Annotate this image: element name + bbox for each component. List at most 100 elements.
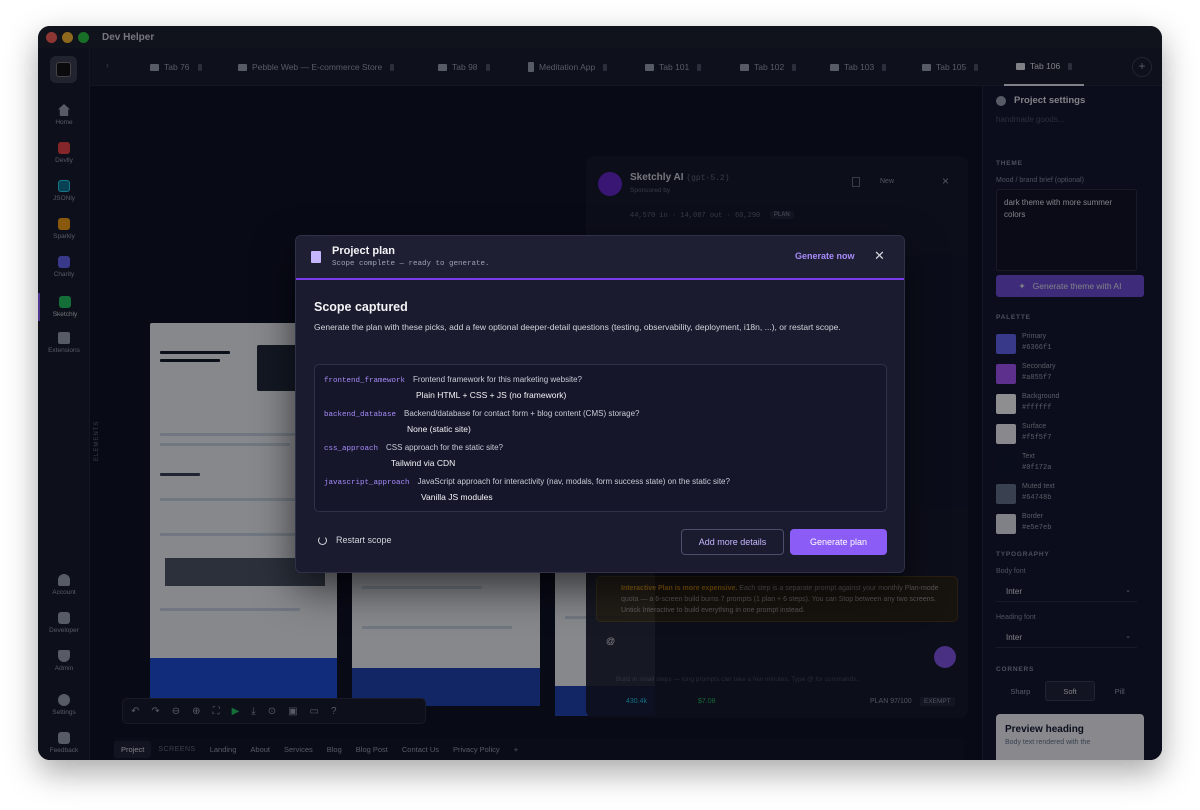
palette-swatch[interactable] (996, 454, 1016, 474)
tab-105[interactable]: Tab 105 (922, 48, 979, 86)
close-icon[interactable] (792, 63, 797, 71)
rail-item-sketchly[interactable]: Sketchly (38, 293, 90, 321)
export-icon[interactable]: ⊙ (268, 706, 276, 717)
screen-tab-contact[interactable]: Contact Us (395, 745, 446, 754)
download-icon[interactable]: ⤓ (251, 706, 255, 717)
tab-101[interactable]: Tab 101 (645, 48, 702, 86)
close-icon[interactable] (882, 63, 887, 71)
help-icon[interactable]: ? (331, 706, 337, 717)
add-screen-button[interactable]: + (507, 745, 525, 754)
corner-option-sharp[interactable]: Sharp (996, 681, 1045, 701)
play-icon[interactable]: ▶ (232, 706, 240, 717)
rail-item-home[interactable]: Home (38, 104, 90, 126)
tab-102[interactable]: Tab 102 (740, 48, 797, 86)
app-logo[interactable] (50, 56, 77, 83)
tab-98[interactable]: Tab 98 (438, 48, 490, 86)
screen-tab-about[interactable]: About (243, 745, 277, 754)
screen-tab-project[interactable]: Project (114, 740, 152, 758)
rail-item-jsonly[interactable]: JSONly (38, 180, 90, 202)
palette-swatch[interactable] (996, 514, 1016, 534)
token-usage: 44,570 in · 14,087 out · 60,290 (630, 212, 761, 220)
plan-warning: Interactive Plan is more expensive. Each… (596, 576, 958, 622)
chat-icon (438, 63, 447, 71)
tab-106[interactable]: Tab 106 (1004, 48, 1085, 86)
new-tab-button[interactable]: + (1132, 57, 1152, 77)
close-icon[interactable]: ✕ (874, 248, 885, 264)
palette-swatch[interactable] (996, 364, 1016, 384)
devlly-icon (58, 142, 70, 154)
rail-item-charity[interactable]: Charity (38, 256, 90, 278)
tab-pebble-web[interactable]: Pebble Web — E-commerce Store (238, 48, 395, 86)
save-icon[interactable]: ▣ (288, 706, 297, 717)
close-icon[interactable] (1068, 62, 1073, 70)
palette-swatch[interactable] (996, 484, 1016, 504)
close-icon[interactable] (390, 63, 395, 71)
rail-label: Charity (53, 271, 75, 278)
rail-item-sparkly[interactable]: Sparkly (38, 218, 90, 240)
canvas-toolbar: ↶ ↷ ⊖ ⊕ ⛶ ▶ ⤓ ⊙ ▣ ▭ ? (122, 698, 426, 724)
undo-icon[interactable]: ↶ (131, 706, 139, 717)
minimize-window-button[interactable] (62, 31, 73, 43)
tab-label: Meditation App (539, 62, 596, 72)
restart-scope-button[interactable]: Restart scope (318, 535, 392, 545)
palette-swatch[interactable] (996, 394, 1016, 414)
screen-tab-blog[interactable]: Blog (320, 745, 349, 754)
palette-name: Border (1022, 513, 1044, 520)
zoom-in-icon[interactable]: ⊕ (192, 706, 200, 717)
puzzle-icon (58, 332, 70, 344)
rail-item-feedback[interactable]: Feedback (38, 732, 90, 754)
close-icon[interactable] (974, 63, 979, 71)
close-icon[interactable] (697, 63, 702, 71)
generate-theme-button[interactable]: ✦ Generate theme with AI (996, 275, 1144, 297)
heading-font-select[interactable]: Inter ⌄ (996, 628, 1137, 648)
fit-icon[interactable]: ⛶ (213, 706, 220, 717)
close-window-button[interactable] (46, 31, 57, 43)
close-icon[interactable] (197, 63, 202, 71)
screen-tab-landing[interactable]: Landing (203, 745, 244, 754)
rail-item-devlly[interactable]: Devlly (38, 142, 90, 164)
screen-tab-services[interactable]: Services (277, 745, 320, 754)
rail-item-developer[interactable]: Developer (38, 612, 90, 634)
generate-plan-button[interactable]: Generate plan (790, 529, 887, 555)
rail-item-admin[interactable]: Admin (38, 650, 90, 672)
close-chat-icon[interactable]: × (942, 174, 949, 188)
home-icon (58, 104, 70, 116)
tab-meditation-app[interactable]: Meditation App (528, 48, 608, 86)
corner-option-pill[interactable]: Pill (1095, 681, 1144, 701)
screen-preview-about[interactable] (352, 566, 540, 706)
zoom-out-icon[interactable]: ⊖ (172, 706, 180, 717)
body-font-select[interactable]: Inter ⌄ (996, 582, 1137, 602)
footer-plan-quota: PLAN 97/100 (870, 698, 912, 705)
palette-hex: #ffffff (1022, 404, 1052, 412)
tab-76[interactable]: Tab 76 (150, 48, 202, 86)
palette-hex: #0f172a (1022, 464, 1052, 472)
close-icon[interactable] (485, 63, 490, 71)
rail-item-extensions[interactable]: Extensions (38, 332, 90, 354)
rail-item-settings[interactable]: Settings (38, 694, 90, 716)
maximize-window-button[interactable] (78, 31, 89, 43)
close-icon[interactable] (603, 63, 608, 71)
palette-swatch[interactable] (996, 424, 1016, 444)
generate-now-button[interactable]: Generate now (795, 251, 855, 261)
chat-input[interactable]: @ (606, 636, 615, 646)
add-more-details-button[interactable]: Add more details (681, 529, 784, 555)
document-icon[interactable] (852, 177, 860, 187)
folder-icon[interactable]: ▭ (310, 706, 319, 717)
send-button[interactable] (934, 646, 956, 668)
scope-description: Generate the plan with these picks, add … (314, 322, 841, 332)
rail-label: Developer (49, 627, 79, 634)
screen-tab-privacy[interactable]: Privacy Policy (446, 745, 507, 754)
redo-icon[interactable]: ↷ (151, 706, 159, 717)
palette-swatch[interactable] (996, 334, 1016, 354)
new-chat-button[interactable]: New (880, 178, 894, 185)
tab-103[interactable]: Tab 103 (830, 48, 887, 86)
sparkle-icon: ✦ (1018, 280, 1026, 291)
corner-option-soft[interactable]: Soft (1044, 681, 1096, 701)
elements-panel-label[interactable]: ELEMENTS (94, 421, 100, 461)
chevron-left-icon[interactable]: ‹ (106, 60, 109, 70)
warning-title: Interactive Plan is more expensive. (621, 585, 738, 592)
mood-input[interactable]: dark theme with more summer colors (996, 189, 1137, 271)
tools-icon (58, 612, 70, 624)
rail-item-account[interactable]: Account (38, 574, 90, 596)
screen-tab-blog-post[interactable]: Blog Post (349, 745, 395, 754)
